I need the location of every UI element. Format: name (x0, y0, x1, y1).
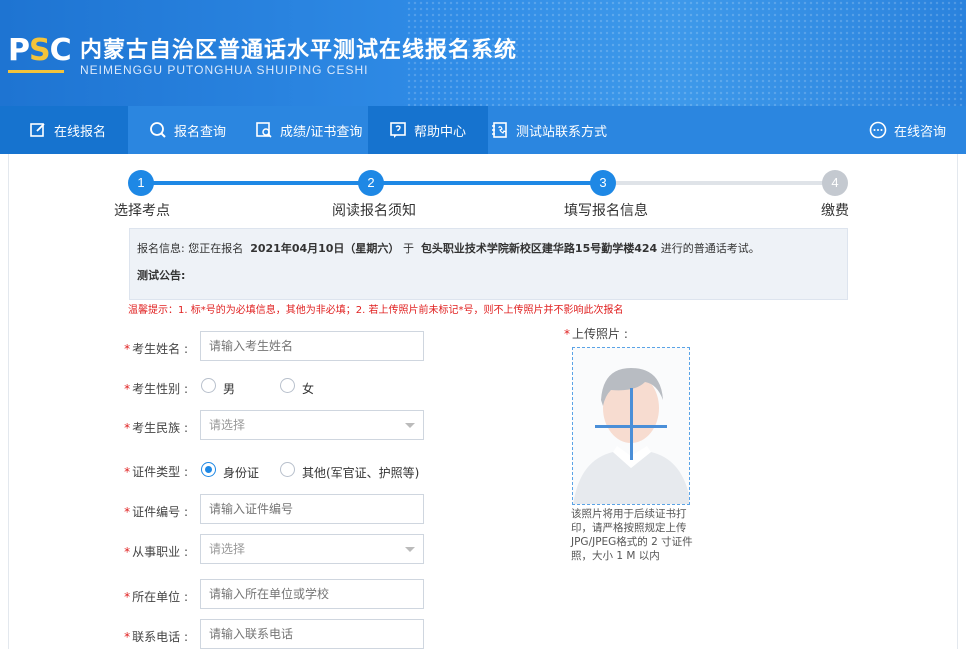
search-icon (148, 120, 168, 140)
employer-input[interactable] (200, 579, 424, 609)
step-4-label: 缴费 (821, 203, 849, 219)
step-2-circle: 2 (358, 170, 384, 196)
consult-label: 在线咨询 (894, 124, 947, 140)
certificate-search-icon (254, 120, 274, 140)
main-nav: 在线报名 报名查询 成绩/证书查询 帮助中心 测试站联系方式 在线咨询 (0, 106, 966, 154)
step-4-circle: 4 (822, 170, 848, 196)
id-type-other-radio[interactable] (280, 462, 295, 477)
gender-male-radio[interactable] (201, 378, 216, 393)
chevron-down-icon (405, 547, 415, 552)
step-line-pending (603, 181, 835, 185)
phone-input[interactable] (200, 619, 424, 649)
site-header: PSC 内蒙古自治区普通话水平测试在线报名系统 NEIMENGGU PUTONG… (0, 0, 966, 106)
registration-info-box: 报名信息: 您正在报名 2021年04月10日（星期六） 于 包头职业技术学院新… (129, 228, 848, 300)
gender-label: * 考生性别 : (124, 382, 188, 396)
id-type-idcard-radio[interactable] (201, 462, 216, 477)
nav-label: 测试站联系方式 (516, 124, 608, 140)
occupation-value: 请选择 (209, 542, 246, 556)
logo-underline (8, 70, 64, 73)
info-suffix: 进行的普通话考试。 (660, 242, 760, 255)
id-number-input[interactable] (200, 494, 424, 524)
step-3-label: 填写报名信息 (564, 203, 648, 219)
info-location: 包头职业技术学院新校区建华路15号勤学楼424 (420, 242, 658, 255)
warning-tip: 温馨提示：1. 标*号的为必填信息，其他为非必填；2. 若上传照片前未标记*号，… (128, 305, 624, 316)
gender-female-radio[interactable] (280, 378, 295, 393)
nav-label: 帮助中心 (414, 124, 467, 140)
logo-letter-s: S (29, 33, 51, 68)
contact-book-icon (490, 120, 510, 140)
step-2-label: 阅读报名须知 (332, 203, 416, 219)
ethnicity-label: * 考生民族 : (124, 421, 188, 435)
nav-item-test-station-contact[interactable]: 测试站联系方式 (490, 106, 607, 154)
logo-letter-c: C (49, 33, 72, 68)
step-1-circle: 1 (128, 170, 154, 196)
occupation-label: * 从事职业 : (124, 545, 188, 559)
logo-letter-p: P (8, 33, 30, 68)
info-prefix: 报名信息: 您正在报名 (137, 242, 244, 255)
phone-label: * 联系电话 : (124, 630, 188, 644)
id-type-label: * 证件类型 : (124, 465, 188, 479)
photo-upload-label: * 上传照片 : (564, 327, 628, 341)
step-1-label: 选择考点 (114, 203, 170, 219)
step-3-circle: 3 (590, 170, 616, 196)
info-date: 2021年04月10日（星期六） (250, 242, 400, 255)
ethnicity-select[interactable]: 请选择 (200, 410, 424, 440)
nav-label: 成绩/证书查询 (280, 124, 363, 140)
chevron-down-icon (405, 423, 415, 428)
ethnicity-value: 请选择 (209, 418, 246, 432)
chat-icon (868, 120, 888, 140)
photo-upload-area[interactable] (572, 347, 690, 505)
avatar-placeholder-icon (573, 368, 689, 504)
nav-item-online-registration[interactable]: 在线报名 (0, 106, 128, 154)
photo-upload-note: 该照片将用于后续证书打印，请严格按照规定上传JPG/JPEG格式的 2 寸证件照… (571, 508, 693, 562)
id-type-idcard-label[interactable]: 身份证 (223, 464, 259, 481)
online-consult-button[interactable]: 在线咨询 (868, 106, 946, 154)
id-number-label: * 证件编号 : (124, 505, 188, 519)
gender-male-label[interactable]: 男 (223, 380, 235, 397)
nav-item-score-certificate-query[interactable]: 成绩/证书查询 (254, 106, 362, 154)
help-icon (388, 120, 408, 140)
test-notice-label: 测试公告: (137, 269, 186, 282)
edit-icon (28, 120, 48, 140)
site-title: 内蒙古自治区普通话水平测试在线报名系统 (80, 38, 518, 63)
nav-item-registration-query[interactable]: 报名查询 (148, 106, 226, 154)
psc-logo[interactable]: PSC (8, 33, 72, 76)
registration-info-line: 报名信息: 您正在报名 2021年04月10日（星期六） 于 包头职业技术学院新… (137, 240, 760, 256)
occupation-select[interactable]: 请选择 (200, 534, 424, 564)
id-type-other-label[interactable]: 其他(军官证、护照等) (302, 464, 419, 481)
name-label: * 考生姓名 : (124, 342, 188, 356)
employer-label: * 所在单位 : (124, 590, 188, 604)
nav-label: 在线报名 (54, 124, 107, 140)
site-subtitle: NEIMENGGU PUTONGHUA SHUIPING CESHI (80, 63, 369, 77)
nav-item-help-center[interactable]: 帮助中心 (368, 106, 488, 154)
gender-female-label[interactable]: 女 (302, 380, 314, 397)
info-mid: 于 (402, 242, 414, 255)
nav-label: 报名查询 (174, 124, 227, 140)
name-input[interactable] (200, 331, 424, 361)
